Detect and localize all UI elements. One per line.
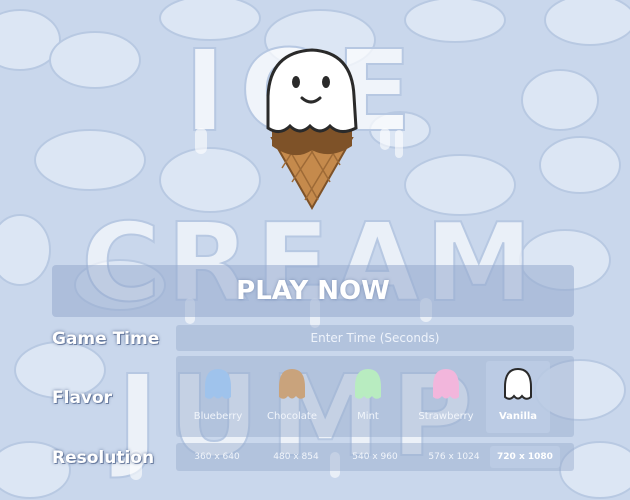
flavor-label-vanilla: Vanilla (498, 411, 538, 422)
resolution-option-576x1024[interactable]: 576 x 1024 (419, 446, 489, 468)
mint-scoop-icon (355, 369, 381, 399)
game-time-label: Game Time (52, 329, 160, 349)
ice-cream-cone-icon (266, 48, 358, 211)
resolution-option-360x640[interactable]: 360 x 640 (182, 446, 252, 468)
flavor-label: Flavor (52, 388, 113, 408)
flavor-option-mint[interactable]: Mint (336, 361, 400, 433)
flavor-option-blueberry[interactable]: Blueberry (186, 361, 250, 433)
flavor-option-chocolate[interactable]: Chocolate (260, 361, 324, 433)
resolution-label: Resolution (52, 448, 155, 468)
flavor-option-strawberry[interactable]: Strawberry (414, 361, 478, 433)
game-time-input[interactable] (176, 325, 574, 351)
flavor-label-chocolate: Chocolate (266, 411, 318, 422)
resolution-option-480x854[interactable]: 480 x 854 (261, 446, 331, 468)
flavor-option-vanilla[interactable]: Vanilla (486, 361, 550, 433)
flavor-label-mint: Mint (357, 411, 379, 422)
flavor-label-blueberry: Blueberry (193, 411, 243, 422)
resolution-option-540x960[interactable]: 540 x 960 (340, 446, 410, 468)
strawberry-scoop-icon (433, 369, 459, 399)
resolution-option-720x1080[interactable]: 720 x 1080 (490, 446, 560, 468)
chocolate-scoop-icon (279, 369, 305, 399)
blueberry-scoop-icon (205, 369, 231, 399)
flavor-label-strawberry: Strawberry (418, 411, 474, 422)
play-now-button[interactable]: PLAY NOW (52, 265, 574, 317)
vanilla-scoop-icon (504, 367, 532, 400)
